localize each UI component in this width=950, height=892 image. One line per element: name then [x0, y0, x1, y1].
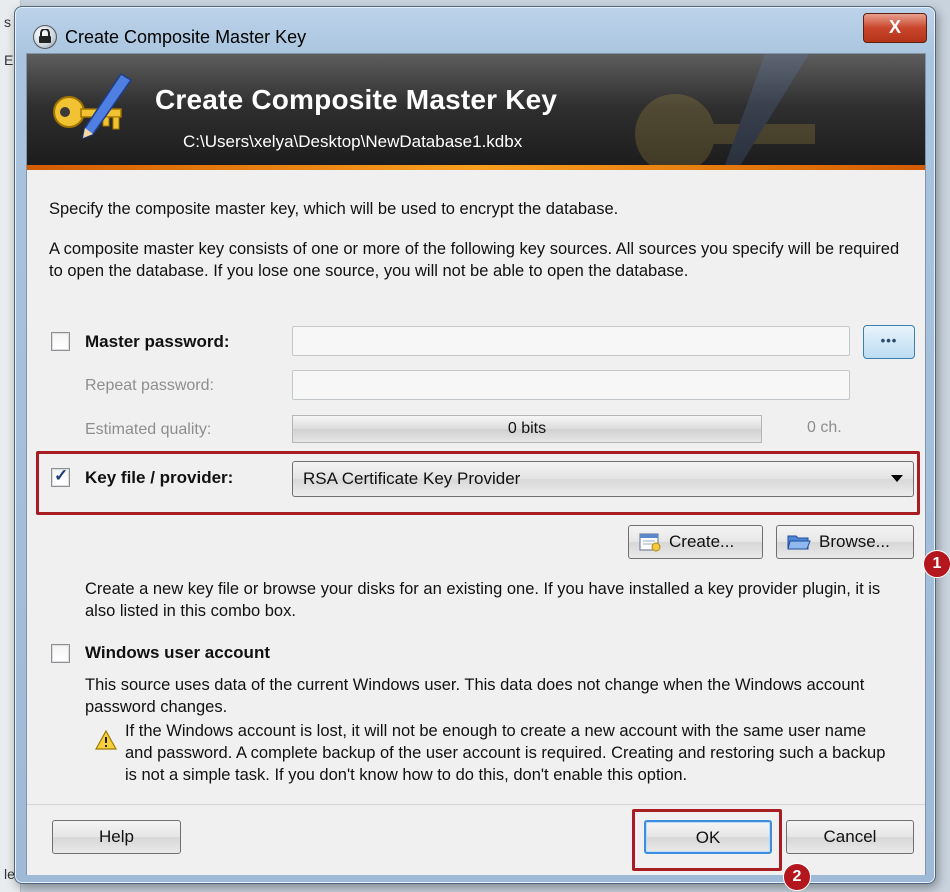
window-title: Create Composite Master Key — [65, 27, 307, 47]
background-text: s — [4, 14, 11, 30]
browse-button[interactable]: Browse... — [776, 525, 914, 559]
password-char-count: 0 ch. — [807, 419, 842, 436]
help-button[interactable]: Help — [52, 820, 181, 854]
lock-icon — [33, 25, 57, 49]
title-bar[interactable]: Create Composite Master Key X — [15, 7, 935, 53]
master-password-label: Master password: — [85, 332, 230, 351]
warning-icon — [95, 730, 117, 750]
windows-account-label: Windows user account — [85, 643, 270, 662]
windows-account-warning-text: If the Windows account is lost, it will … — [125, 722, 886, 784]
repeat-password-label: Repeat password: — [85, 377, 214, 394]
master-password-field[interactable] — [292, 326, 850, 356]
master-password-checkbox[interactable] — [51, 332, 70, 351]
dialog-body: Specify the composite master key, which … — [27, 170, 950, 804]
background-text: E — [4, 52, 14, 68]
key-pencil-icon — [53, 72, 133, 140]
windows-account-info-text: This source uses data of the current Win… — [85, 676, 865, 716]
banner-title: Create Composite Master Key — [155, 84, 558, 115]
dialog-window: Create Composite Master Key X Create Com… — [14, 6, 950, 891]
create-key-file-button[interactable]: Create... — [628, 525, 763, 559]
database-path: C:\Users\xelya\Desktop\NewDatabase1.kdbx — [183, 132, 523, 151]
dialog-client: Create Composite Master Key C:\Users\xel… — [26, 53, 950, 891]
ok-button[interactable]: OK — [644, 820, 772, 854]
create-button-label: Create... — [669, 532, 735, 551]
password-quality-bar: 0 bits — [292, 415, 762, 443]
key-provider-select[interactable]: RSA Certificate Key Provider — [292, 461, 914, 497]
header-banner: Create Composite Master Key C:\Users\xel… — [27, 54, 925, 170]
intro-details-text: A composite master key consists of one o… — [49, 240, 900, 280]
annotation-marker-2: 2 — [783, 863, 811, 891]
show-password-toggle[interactable]: ••• — [863, 325, 915, 359]
cancel-button[interactable]: Cancel — [786, 820, 914, 854]
annotation-marker-1: 1 — [923, 550, 950, 578]
folder-icon — [787, 535, 811, 550]
key-file-label: Key file / provider: — [85, 468, 234, 487]
create-file-icon — [639, 533, 661, 552]
close-button[interactable]: X — [863, 13, 927, 43]
key-file-checkbox[interactable] — [51, 466, 70, 487]
repeat-password-field[interactable] — [292, 370, 850, 400]
intro-text: Specify the composite master key, which … — [49, 200, 619, 218]
key-file-help-text: Create a new key file or browse your dis… — [85, 580, 881, 620]
dialog-footer: Help OK Cancel 2 — [27, 804, 925, 891]
browse-button-label: Browse... — [819, 532, 890, 551]
key-watermark-icon — [635, 54, 815, 170]
windows-account-checkbox[interactable] — [51, 644, 70, 663]
estimated-quality-label: Estimated quality: — [85, 421, 212, 438]
key-provider-selected: RSA Certificate Key Provider — [303, 469, 521, 488]
chevron-down-icon — [891, 475, 903, 482]
